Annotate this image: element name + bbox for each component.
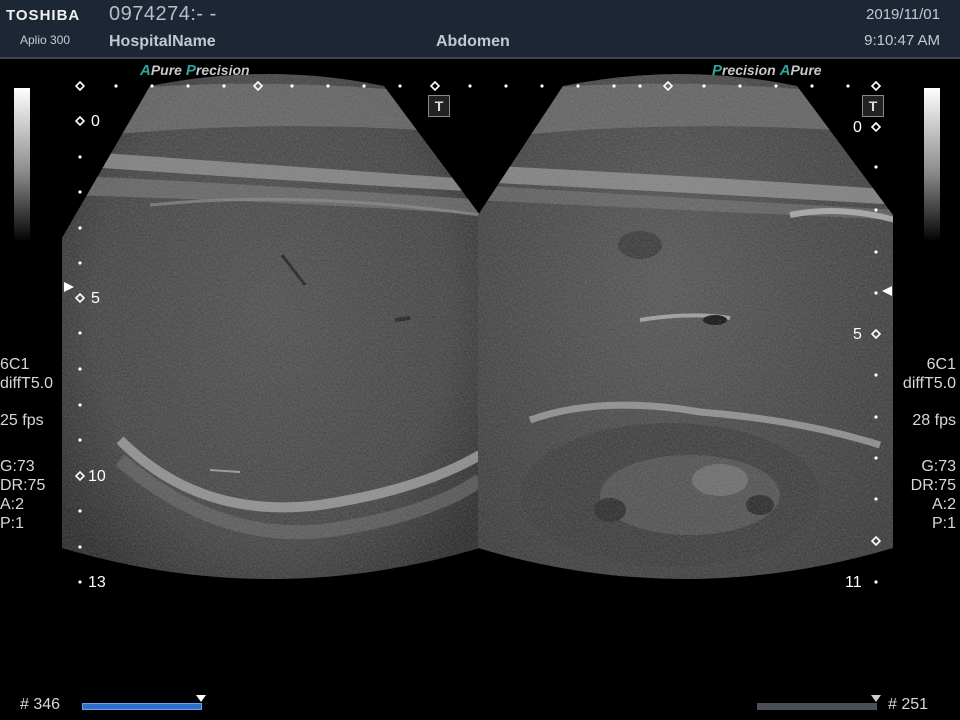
left-feature-labels: APure Precision bbox=[140, 62, 250, 79]
left-grayscale-bar bbox=[14, 88, 30, 242]
right-depth-label: 0 bbox=[853, 119, 862, 136]
a-value: A:2 bbox=[0, 496, 25, 513]
probe-name: 6C1 bbox=[926, 356, 956, 373]
gain-value: G:73 bbox=[0, 458, 35, 475]
left-probe-info: 6C1 diffT5.0 bbox=[0, 355, 53, 393]
a-value: A:2 bbox=[931, 496, 956, 513]
mode-name: diffT5.0 bbox=[0, 375, 54, 392]
p-value: P:1 bbox=[931, 515, 956, 532]
right-fps: 28 fps bbox=[912, 412, 956, 429]
dynamic-range-value: DR:75 bbox=[0, 477, 46, 494]
left-depth-label: 0 bbox=[91, 113, 100, 130]
right-cine-marker-icon bbox=[871, 695, 881, 702]
right-t-marker-icon[interactable]: T bbox=[862, 95, 884, 117]
left-params: G:73 DR:75 A:2 P:1 bbox=[0, 457, 45, 533]
left-depth-label: 13 bbox=[88, 574, 106, 591]
mode-name: diffT5.0 bbox=[902, 375, 956, 392]
right-ultrasound-image bbox=[478, 74, 893, 579]
left-t-marker-icon[interactable]: T bbox=[428, 95, 450, 117]
gain-value: G:73 bbox=[921, 458, 956, 475]
left-depth-label: 5 bbox=[91, 290, 100, 307]
p-value: P:1 bbox=[0, 515, 25, 532]
probe-name: 6C1 bbox=[0, 356, 30, 373]
right-feature-labels: Precision APure bbox=[712, 62, 822, 79]
left-ultrasound-image bbox=[62, 74, 480, 579]
dynamic-range-value: DR:75 bbox=[910, 477, 956, 494]
left-depth-label: 10 bbox=[88, 468, 106, 485]
left-cine-frame-count: # 346 bbox=[20, 696, 61, 713]
right-params: G:73 DR:75 A:2 P:1 bbox=[911, 457, 956, 533]
right-cine-progress-bar[interactable] bbox=[757, 695, 881, 710]
right-grayscale-bar bbox=[924, 88, 940, 242]
right-depth-label: 5 bbox=[853, 326, 862, 343]
left-cine-marker-icon bbox=[196, 695, 206, 702]
left-fps: 25 fps bbox=[0, 412, 44, 429]
right-probe-info: 6C1 diffT5.0 bbox=[903, 355, 956, 393]
ultrasound-display bbox=[62, 74, 893, 584]
left-cine-progress-bar[interactable] bbox=[82, 695, 206, 710]
right-depth-label: 11 bbox=[845, 574, 862, 591]
right-cine-frame-count: # 251 bbox=[888, 696, 929, 713]
